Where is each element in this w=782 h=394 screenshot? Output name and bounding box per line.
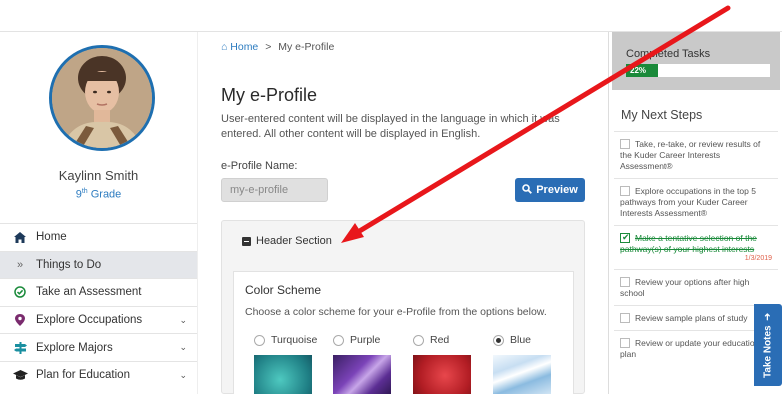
step-checkbox[interactable]: [620, 338, 630, 348]
radio-turquoise[interactable]: [254, 334, 265, 346]
step-checkbox[interactable]: [620, 277, 630, 287]
page: Kaylinn Smith 9th Grade Home » Things to…: [0, 0, 782, 394]
signpost-icon: [12, 341, 28, 354]
color-option-turquoise[interactable]: Turquoise: [254, 334, 317, 346]
step-text[interactable]: Review sample plans of study: [635, 313, 747, 323]
sidebar-item-explore-majors[interactable]: Explore Majors ⌄: [0, 333, 197, 361]
completed-tasks-progress: 22%: [626, 64, 770, 77]
chevron-down-icon[interactable]: ⌄: [179, 315, 187, 326]
color-option-red[interactable]: Red: [413, 334, 449, 346]
color-option-label: Turquoise: [271, 334, 318, 346]
sidebar-item-label: Take an Assessment: [36, 286, 142, 299]
double-chevron-icon: »: [16, 258, 24, 271]
step-checkbox[interactable]: [620, 313, 630, 323]
avatar[interactable]: [49, 45, 155, 151]
completed-tasks-box: Completed Tasks 22%: [612, 32, 780, 90]
eprofile-name-label: e-Profile Name:: [221, 160, 298, 172]
take-notes-button[interactable]: Take Notes ➜: [754, 304, 782, 386]
step-checkbox[interactable]: [620, 139, 630, 149]
color-option-label: Red: [430, 334, 450, 346]
next-steps-title: My Next Steps: [621, 108, 703, 122]
breadcrumb-separator: >: [265, 41, 272, 53]
check-circle-icon: [12, 286, 28, 299]
step-text[interactable]: Review your options after high school: [620, 277, 749, 298]
breadcrumb: ⌂ Home > My e-Profile: [221, 41, 334, 53]
take-notes-label: Take Notes: [762, 324, 774, 378]
eprofile-name-input[interactable]: [221, 178, 328, 202]
swatch-red[interactable]: [413, 355, 471, 394]
next-step-item[interactable]: Make a tentative selection of the pathwa…: [614, 225, 778, 269]
sidebar-item-explore-occupations[interactable]: Explore Occupations ⌄: [0, 305, 197, 334]
sidebar-item-things-to-do[interactable]: » Things to Do: [0, 250, 197, 279]
right-panel: Completed Tasks 22% My Next Steps Take, …: [608, 32, 782, 394]
step-checkbox-checked[interactable]: [620, 233, 630, 243]
next-step-item[interactable]: Review your options after high school: [614, 269, 778, 305]
color-option-blue[interactable]: Blue: [493, 334, 531, 346]
preview-label: Preview: [536, 184, 578, 196]
next-step-item[interactable]: Explore occupations in the top 5 pathway…: [614, 178, 778, 225]
home-icon: ⌂: [221, 41, 228, 53]
grade-word: Grade: [90, 188, 122, 201]
sidebar-item-label: Things to Do: [36, 258, 102, 271]
color-scheme-title: Color Scheme: [245, 283, 322, 297]
sidebar-item-label: Plan for Education: [36, 369, 130, 382]
page-title: My e-Profile: [221, 85, 318, 105]
breadcrumb-current: My e-Profile: [278, 41, 335, 53]
color-scheme-card: Color Scheme Choose a color scheme for y…: [233, 271, 574, 394]
step-completed-date: 1/3/2019: [744, 255, 772, 262]
color-option-label: Purple: [350, 334, 381, 346]
sidebar-item-label: Home: [36, 231, 67, 244]
sidebar-item-label: Explore Majors: [36, 341, 113, 354]
main-content: ⌂ Home > My e-Profile My e-Profile User-…: [197, 32, 608, 394]
next-step-item[interactable]: Take, re-take, or review results of the …: [614, 131, 778, 178]
graduation-cap-icon: [12, 369, 28, 381]
avatar-portrait: [52, 48, 152, 148]
map-marker-icon: [12, 314, 28, 327]
step-text[interactable]: Take, re-take, or review results of the …: [620, 139, 760, 171]
preview-button[interactable]: Preview: [515, 178, 585, 202]
swatch-purple[interactable]: [333, 355, 391, 394]
radio-red[interactable]: [413, 334, 424, 346]
breadcrumb-home-link[interactable]: ⌂ Home: [221, 41, 258, 53]
chevron-down-icon[interactable]: ⌄: [179, 342, 187, 353]
header-section-panel: Header Section Color Scheme Choose a col…: [221, 220, 585, 394]
step-text[interactable]: Review or update your education plan: [620, 338, 759, 359]
arrow-up-icon: ➜: [762, 312, 774, 321]
left-sidebar: Kaylinn Smith 9th Grade Home » Things to…: [0, 32, 197, 394]
color-option-purple[interactable]: Purple: [333, 334, 380, 346]
search-icon: [522, 183, 533, 197]
sidebar-nav: Home » Things to Do Take an Assessment E…: [0, 223, 197, 389]
step-text[interactable]: Make a tentative selection of the pathwa…: [620, 233, 757, 254]
swatch-blue[interactable]: [493, 355, 551, 394]
sidebar-item-label: Explore Occupations: [36, 314, 143, 327]
step-text[interactable]: Explore occupations in the top 5 pathway…: [620, 186, 756, 218]
sidebar-item-take-assessment[interactable]: Take an Assessment: [0, 278, 197, 306]
user-grade: 9th Grade: [0, 188, 197, 201]
header-section-toggle[interactable]: Header Section: [242, 235, 332, 247]
user-name: Kaylinn Smith: [58, 168, 139, 183]
collapse-icon: [242, 236, 251, 246]
color-option-label: Blue: [510, 334, 532, 346]
completed-tasks-progress-fill: 22%: [626, 64, 658, 77]
step-checkbox[interactable]: [620, 186, 630, 196]
sidebar-item-home[interactable]: Home: [0, 223, 197, 251]
color-scheme-description: Choose a color scheme for your e-Profile…: [245, 306, 547, 318]
radio-purple[interactable]: [333, 334, 344, 346]
header-section-title: Header Section: [256, 235, 332, 247]
intro-text: User-entered content will be displayed i…: [221, 113, 560, 140]
home-icon: [12, 231, 28, 243]
radio-blue[interactable]: [493, 334, 504, 346]
sidebar-item-plan-education[interactable]: Plan for Education ⌄: [0, 360, 197, 389]
completed-tasks-title: Completed Tasks: [626, 48, 711, 60]
grade-suffix: th: [81, 188, 88, 195]
breadcrumb-home-label: Home: [230, 41, 259, 53]
chevron-down-icon[interactable]: ⌄: [179, 370, 187, 381]
swatch-turquoise[interactable]: [254, 355, 312, 394]
